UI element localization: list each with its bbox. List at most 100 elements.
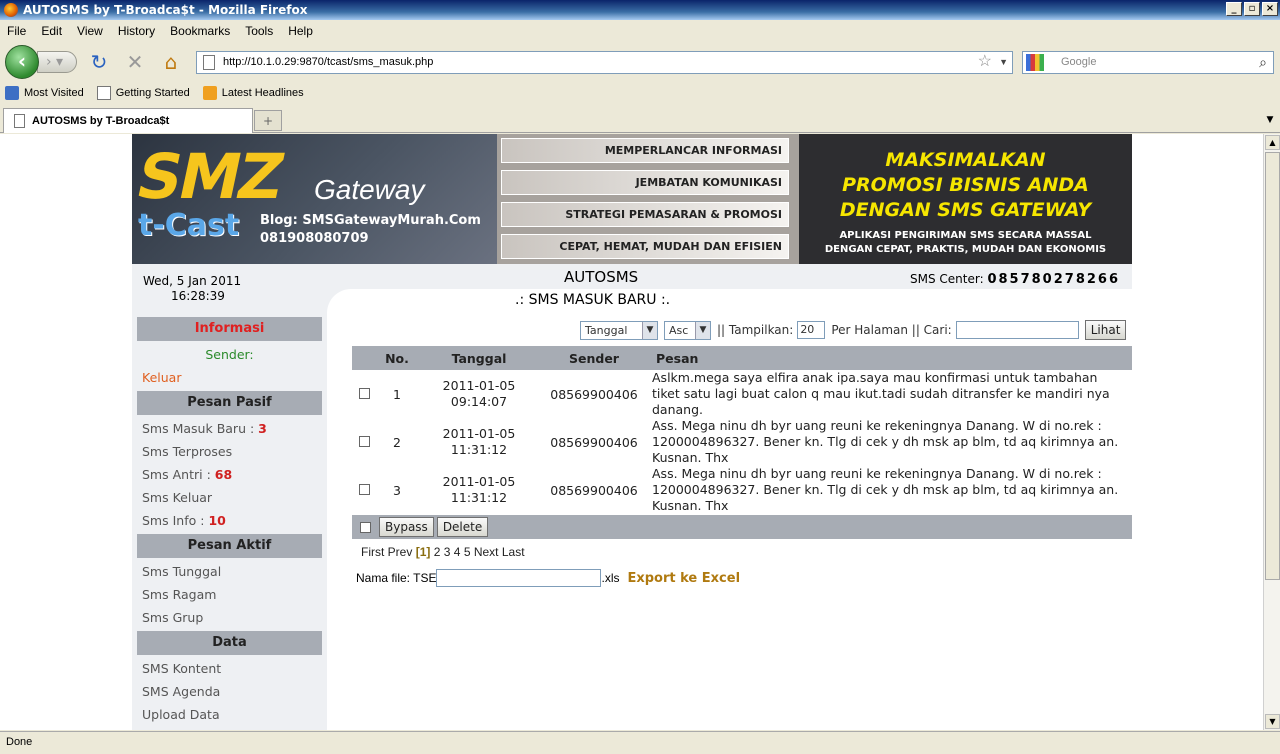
sidebar-item-sms-terproses[interactable]: Sms Terproses xyxy=(137,440,322,463)
reload-icon[interactable]: ↻ xyxy=(88,51,110,73)
bookmark-getting-started[interactable]: Getting Started xyxy=(96,86,190,100)
chevron-down-icon: ▼ xyxy=(642,321,657,339)
scroll-down-icon[interactable]: ▼ xyxy=(1265,714,1280,729)
menu-view[interactable]: View xyxy=(70,24,111,38)
forward-button[interactable]: › ▾ xyxy=(37,51,77,73)
logout-link[interactable]: Keluar xyxy=(137,366,322,389)
close-window-button[interactable]: × xyxy=(1262,2,1278,16)
lihat-button[interactable]: Lihat xyxy=(1084,320,1127,340)
sidebar-item-sms-masuk-baru[interactable]: Sms Masuk Baru : 3 xyxy=(137,417,322,440)
select-all-checkbox[interactable] xyxy=(360,521,371,533)
sms-table: No. Tanggal Sender Pesan 1 2011-01-05 09:… xyxy=(352,346,1132,514)
scrollbar-thumb[interactable] xyxy=(1265,152,1280,580)
banner-promo: MAKSIMALKAN PROMOSI BISNIS ANDA DENGAN S… xyxy=(799,134,1132,264)
bookmark-star-icon[interactable]: ☆ xyxy=(978,52,992,72)
feature-strip: JEMBATAN KOMUNIKASI xyxy=(501,170,789,195)
brand-logo: SMZ xyxy=(132,140,289,213)
sidebar-item-sms-antri[interactable]: Sms Antri : 68 xyxy=(137,463,322,486)
sidebar-item-sms-agenda[interactable]: SMS Agenda xyxy=(137,680,322,703)
rss-icon xyxy=(202,86,217,100)
col-tanggal: Tanggal xyxy=(418,346,540,370)
per-halaman-label: Per Halaman || Cari: xyxy=(831,323,952,337)
window-title: AUTOSMS by T-Broadca$t - Mozilla Firefox xyxy=(23,3,308,17)
pager-first[interactable]: First xyxy=(361,545,384,559)
per-page-input[interactable]: 20 xyxy=(797,321,826,339)
status-text: Done xyxy=(6,736,33,748)
navigation-toolbar: › ▾ ‹ ↻ ✕ ⌂ http://10.1.0.29:9870/tcast/… xyxy=(0,42,1280,82)
page-icon xyxy=(203,55,215,70)
sort-field-select[interactable]: Tanggal ▼ xyxy=(580,320,658,340)
menu-history[interactable]: History xyxy=(111,24,163,38)
back-button[interactable]: ‹ xyxy=(5,45,39,79)
pager-page[interactable]: 2 xyxy=(434,545,441,559)
table-header-row: No. Tanggal Sender Pesan xyxy=(352,346,1132,370)
sidebar: Informasi Sender: Keluar Pesan Pasif Sms… xyxy=(137,317,322,726)
pager-current: [1] xyxy=(415,545,431,559)
main-panel: .: SMS MASUK BARU :. Tanggal ▼ Asc ▼ || Ta… xyxy=(327,289,1132,730)
status-bar: Done xyxy=(0,731,1280,754)
pager-page[interactable]: 5 xyxy=(464,545,471,559)
delete-button[interactable]: Delete xyxy=(436,517,489,537)
page-icon xyxy=(14,114,25,128)
sort-order-select[interactable]: Asc ▼ xyxy=(664,320,711,340)
table-row: 1 2011-01-05 09:14:07 08569900406 Aslkm.m… xyxy=(352,370,1132,418)
pager-next[interactable]: Next xyxy=(474,545,499,559)
feature-strip: MEMPERLANCAR INFORMASI xyxy=(501,138,789,163)
pager-prev[interactable]: Prev xyxy=(388,545,413,559)
bookmark-most-visited[interactable]: Most Visited xyxy=(5,86,84,100)
banner-blog: Blog: SMSGatewayMurah.Com 081908080709 xyxy=(260,213,481,246)
tab-list-icon[interactable]: ▼ xyxy=(1262,110,1278,130)
sidebar-item-sms-info[interactable]: Sms Info : 10 xyxy=(137,509,322,532)
table-row: 3 2011-01-05 11:31:12 08569900406 Ass. Me… xyxy=(352,466,1132,514)
banner-logo: SMZ Gateway t-Cast Blog: SMSGatewayMurah… xyxy=(132,134,497,264)
vertical-scrollbar[interactable]: ▲ ▼ xyxy=(1263,134,1280,730)
menu-file[interactable]: File xyxy=(0,24,34,38)
sidebar-item-sms-grup[interactable]: Sms Grup xyxy=(137,606,322,629)
sidebar-item-sms-keluar[interactable]: Sms Keluar xyxy=(137,486,322,509)
url-dropdown-icon[interactable]: ▼ xyxy=(999,52,1008,73)
filter-bar: Tanggal ▼ Asc ▼ || Tampilkan: 20 Per Halam… xyxy=(580,320,1127,340)
export-filename-input[interactable] xyxy=(436,569,602,587)
sidebar-item-upload-data[interactable]: Upload Data xyxy=(137,703,322,726)
bookmarks-toolbar: Most Visited Getting Started Latest Head… xyxy=(0,82,1280,104)
feature-strip: CEPAT, HEMAT, MUDAH DAN EFISIEN xyxy=(501,234,789,259)
maximize-button[interactable]: ▫ xyxy=(1244,2,1260,16)
row-checkbox[interactable] xyxy=(358,387,370,399)
tab-autosms[interactable]: AUTOSMS by T-Broadca$t xyxy=(3,108,253,133)
search-icon[interactable]: ⌕ xyxy=(1259,52,1267,73)
row-checkbox[interactable] xyxy=(358,435,370,447)
google-engine-icon[interactable] xyxy=(1026,54,1044,71)
minimize-button[interactable]: _ xyxy=(1226,2,1242,16)
search-input[interactable] xyxy=(955,321,1079,339)
window-titlebar: AUTOSMS by T-Broadca$t - Mozilla Firefox… xyxy=(0,0,1280,20)
scroll-up-icon[interactable]: ▲ xyxy=(1265,135,1280,150)
stop-icon[interactable]: ✕ xyxy=(124,51,146,73)
url-bar[interactable]: http://10.1.0.29:9870/tcast/sms_masuk.ph… xyxy=(196,51,1013,74)
menu-bookmarks[interactable]: Bookmarks xyxy=(163,24,238,38)
pager-last[interactable]: Last xyxy=(502,545,525,559)
sms-center-number: 085780278266 xyxy=(987,272,1120,287)
export-excel-button[interactable]: Export ke Excel xyxy=(627,571,740,586)
menu-tools[interactable]: Tools xyxy=(238,24,281,38)
search-bar[interactable]: Google ⌕ xyxy=(1022,51,1274,74)
current-time: 16:28:39 xyxy=(171,289,225,303)
sender-label: Sender: xyxy=(205,347,254,362)
bookmark-latest-headlines[interactable]: Latest Headlines xyxy=(202,86,304,100)
current-date: Wed, 5 Jan 2011 xyxy=(143,274,242,288)
sidebar-head-informasi: Informasi xyxy=(137,317,322,341)
pager-page[interactable]: 3 xyxy=(444,545,451,559)
home-icon[interactable]: ⌂ xyxy=(160,51,182,73)
bypass-button[interactable]: Bypass xyxy=(379,517,434,537)
menu-edit[interactable]: Edit xyxy=(34,24,70,38)
pager-page[interactable]: 4 xyxy=(454,545,461,559)
menu-help[interactable]: Help xyxy=(281,24,321,38)
sidebar-item-sms-ragam[interactable]: Sms Ragam xyxy=(137,583,322,606)
row-checkbox[interactable] xyxy=(358,483,370,495)
sidebar-head-pasif: Pesan Pasif xyxy=(137,391,322,415)
new-tab-button[interactable]: + xyxy=(254,110,282,131)
table-row: 2 2011-01-05 11:31:12 08569900406 Ass. Me… xyxy=(352,418,1132,466)
sidebar-item-sms-tunggal[interactable]: Sms Tunggal xyxy=(137,560,322,583)
banner-features: MEMPERLANCAR INFORMASI JEMBATAN KOMUNIKA… xyxy=(497,134,799,264)
firefox-icon xyxy=(4,3,18,17)
sidebar-item-sms-kontent[interactable]: SMS Kontent xyxy=(137,657,322,680)
